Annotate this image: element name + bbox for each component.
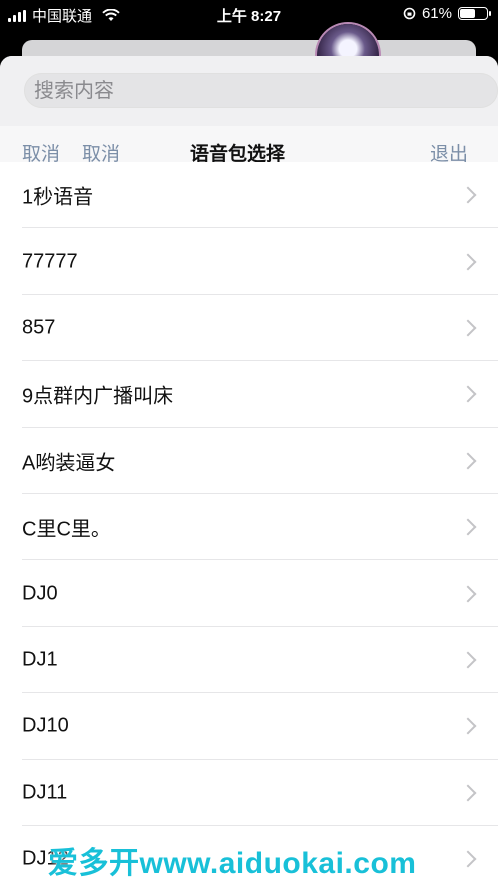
status-bar: 中国联通 上午 8:27 61% bbox=[0, 0, 498, 28]
search-area bbox=[0, 56, 498, 126]
cancel-button-2[interactable]: 取消 bbox=[82, 144, 120, 162]
list-item-label: 77777 bbox=[22, 250, 78, 273]
list-item[interactable]: DJ1 bbox=[0, 627, 498, 694]
voice-pack-sheet: 取消 取消 语音包选择 退出 1秒语音 77777 857 9点群内广播叫床 A… bbox=[0, 56, 498, 885]
list-item[interactable]: 857 bbox=[0, 295, 498, 362]
battery-icon bbox=[458, 7, 491, 20]
list-item[interactable]: 1秒语音 bbox=[0, 162, 498, 229]
list-item-label: DJ0 bbox=[22, 582, 58, 605]
list-item[interactable]: DJ11 bbox=[0, 760, 498, 826]
exit-button[interactable]: 退出 bbox=[430, 144, 468, 162]
cancel-button-1[interactable]: 取消 bbox=[22, 144, 60, 162]
chevron-right-icon bbox=[459, 186, 477, 204]
chevron-right-icon bbox=[459, 850, 477, 868]
chevron-right-icon bbox=[459, 585, 477, 603]
list-item-label: DJ1 bbox=[22, 648, 58, 671]
list-item[interactable]: DJ0 bbox=[0, 560, 498, 627]
list-item-label: C里C里。 bbox=[22, 518, 111, 541]
status-right: 61% bbox=[403, 5, 491, 22]
list-item-label: DJ11 bbox=[22, 781, 68, 804]
voice-pack-list: 1秒语音 77777 857 9点群内广播叫床 A哟装逼女 C里C里。 DJ0 … bbox=[0, 162, 498, 885]
chevron-right-icon bbox=[459, 253, 477, 271]
battery-percent: 61% bbox=[421, 5, 452, 22]
watermark: 爱多开www.aiduokai.com bbox=[48, 847, 417, 880]
nav-bar: 取消 取消 语音包选择 退出 bbox=[0, 126, 498, 162]
list-item[interactable]: 77777 bbox=[0, 228, 498, 295]
chevron-right-icon bbox=[459, 319, 477, 337]
list-item[interactable]: DJ10 bbox=[0, 693, 498, 760]
chevron-right-icon bbox=[459, 784, 477, 802]
list-item-label: A哟装逼女 bbox=[22, 452, 116, 475]
chevron-right-icon bbox=[459, 717, 477, 735]
list-item[interactable]: 9点群内广播叫床 bbox=[0, 361, 498, 428]
page-title: 语音包选择 bbox=[190, 144, 286, 162]
search-box[interactable] bbox=[24, 73, 498, 110]
list-item[interactable]: C里C里。 bbox=[0, 494, 498, 561]
orientation-lock-icon bbox=[403, 7, 416, 20]
chevron-right-icon bbox=[459, 385, 477, 403]
chevron-right-icon bbox=[459, 452, 477, 470]
list-item-label: DJ10 bbox=[22, 714, 69, 737]
list-item[interactable]: A哟装逼女 bbox=[0, 428, 498, 494]
list-item-label: 1秒语音 bbox=[22, 186, 94, 209]
search-input[interactable] bbox=[32, 73, 476, 110]
chevron-right-icon bbox=[459, 518, 477, 536]
chevron-right-icon bbox=[459, 651, 477, 669]
list-item-label: 9点群内广播叫床 bbox=[22, 385, 174, 408]
list-item-label: 857 bbox=[22, 316, 56, 339]
